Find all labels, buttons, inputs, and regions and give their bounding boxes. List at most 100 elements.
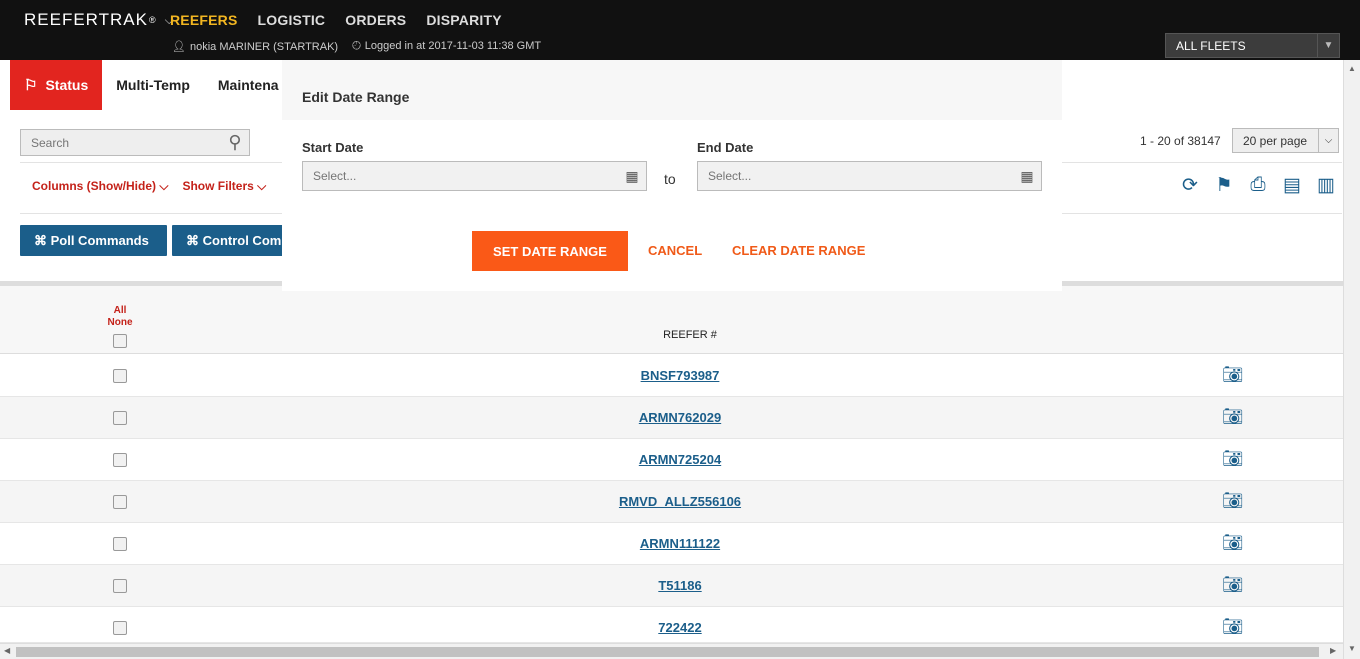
scroll-up-icon[interactable]: ▲ xyxy=(1348,64,1356,73)
edit-date-range-dialog: Edit Date Range Start Date ▦ to End Date… xyxy=(282,60,1062,291)
app-logo[interactable]: REEFERTRAK ® ⌵ xyxy=(24,10,175,30)
scroll-right-icon[interactable]: ▶ xyxy=(1330,646,1336,655)
print-icon[interactable]: ⎙ xyxy=(1248,174,1268,197)
table-row: BNSF793987 📷︎ xyxy=(0,355,1343,397)
fleet-select-value: ALL FLEETS xyxy=(1176,38,1246,53)
refresh-icon[interactable]: ⟳ xyxy=(1180,174,1200,197)
camera-icon[interactable]: 📷︎ xyxy=(1222,407,1244,427)
table-row: T51186 📷︎ xyxy=(0,565,1343,607)
calendar-icon[interactable]: ▦ xyxy=(618,168,646,185)
user-icon: 👤︎ xyxy=(172,41,186,53)
nav-disparity[interactable]: DISPARITY xyxy=(426,12,501,28)
search-input[interactable] xyxy=(21,135,221,150)
scrollbar-thumb[interactable] xyxy=(16,647,1319,657)
grid-tools: ⟳ ⚑ ⎙ ▤ ▥ xyxy=(1180,174,1336,197)
reefer-link[interactable]: ARMN725204 xyxy=(540,452,820,467)
export-icon[interactable]: ▥ xyxy=(1316,174,1336,197)
dialog-title: Edit Date Range xyxy=(302,89,410,105)
control-commands-button[interactable]: ⌘ Control Com xyxy=(172,225,284,256)
pagination-info: 1 - 20 of 38147 xyxy=(1140,134,1221,148)
tab-bar: ⚐ Status Multi-Temp Maintena xyxy=(10,60,293,110)
table-row: 722422 📷︎ xyxy=(0,607,1343,643)
row-checkbox[interactable] xyxy=(113,621,127,635)
reefer-link[interactable]: T51186 xyxy=(540,578,820,593)
chevron-down-icon: ⌵ xyxy=(257,179,267,193)
select-all-link[interactable]: All xyxy=(104,305,136,317)
fleet-select[interactable]: ALL FLEETS ▼ xyxy=(1165,33,1340,58)
brand-mark: ® xyxy=(149,15,157,25)
set-date-range-button[interactable]: SET DATE RANGE xyxy=(472,231,628,271)
filters-toggle-label: Show Filters xyxy=(182,179,254,193)
row-checkbox[interactable] xyxy=(113,411,127,425)
camera-icon[interactable]: 📷︎ xyxy=(1222,491,1244,511)
reefer-link[interactable]: 722422 xyxy=(540,620,820,635)
row-checkbox[interactable] xyxy=(113,537,127,551)
row-checkbox[interactable] xyxy=(113,369,127,383)
search-icon[interactable]: ⚲ xyxy=(221,132,249,153)
table-row: ARMN111122 📷︎ xyxy=(0,523,1343,565)
scroll-down-icon[interactable]: ▼ xyxy=(1348,644,1356,653)
per-page-select[interactable]: 20 per page ⌵ xyxy=(1232,128,1339,153)
nav-reefers[interactable]: REEFERS xyxy=(170,12,238,28)
end-date-field[interactable]: ▦ xyxy=(697,161,1042,191)
cancel-button[interactable]: CANCEL xyxy=(648,243,702,258)
row-checkbox[interactable] xyxy=(113,453,127,467)
tab-maintenance-label: Maintena xyxy=(217,77,279,93)
dialog-body xyxy=(282,120,1062,291)
end-date-input[interactable] xyxy=(698,169,1013,183)
column-header-reefer[interactable]: REEFER # xyxy=(640,329,740,341)
reefer-link[interactable]: ARMN762029 xyxy=(540,410,820,425)
main-nav: REEFERS LOGISTIC ORDERS DISPARITY xyxy=(170,12,502,28)
tab-maintenance[interactable]: Maintena xyxy=(204,60,293,110)
reefer-link[interactable]: RMVD_ALLZ556106 xyxy=(540,494,820,509)
login-info: Logged in at 2017-11-03 11:38 GMT xyxy=(364,40,542,52)
camera-icon[interactable]: 📷︎ xyxy=(1222,533,1244,553)
reefer-link[interactable]: ARMN111122 xyxy=(540,536,820,551)
filters-toggle[interactable]: Show Filters ⌵ xyxy=(182,179,266,194)
brand-name: REEFERTRAK xyxy=(24,10,148,29)
grid-header xyxy=(0,286,1343,354)
table-row: RMVD_ALLZ556106 📷︎ xyxy=(0,481,1343,523)
user-info: 👤︎ nokia MARINER (STARTRAK) 🕘︎ Logged in a… xyxy=(172,40,541,53)
poll-commands-button[interactable]: ⌘ Poll Commands xyxy=(20,225,167,256)
chevron-down-icon: ⌵ xyxy=(159,179,169,193)
select-none-link[interactable]: None xyxy=(104,317,136,329)
map-pin-icon[interactable]: ⚑ xyxy=(1214,174,1234,197)
calendar-icon[interactable]: ▦ xyxy=(1013,168,1041,185)
table-row: ARMN725204 📷︎ xyxy=(0,439,1343,481)
chevron-down-icon[interactable]: ⌵ xyxy=(1318,129,1338,152)
range-separator: to xyxy=(664,171,676,187)
tab-multi-temp-label: Multi-Temp xyxy=(116,77,190,93)
camera-icon[interactable]: 📷︎ xyxy=(1222,617,1244,637)
row-checkbox[interactable] xyxy=(113,495,127,509)
select-all-none: All None xyxy=(104,305,136,329)
tab-multi-temp[interactable]: Multi-Temp xyxy=(102,60,204,110)
camera-icon[interactable]: 📷︎ xyxy=(1222,365,1244,385)
camera-icon[interactable]: 📷︎ xyxy=(1222,575,1244,595)
nav-logistic[interactable]: LOGISTIC xyxy=(258,12,326,28)
camera-icon[interactable]: 📷︎ xyxy=(1222,449,1244,469)
table-row: ARMN762029 📷︎ xyxy=(0,397,1343,439)
clear-date-range-button[interactable]: CLEAR DATE RANGE xyxy=(732,243,865,258)
start-date-input[interactable] xyxy=(303,169,618,183)
scroll-left-icon[interactable]: ◀ xyxy=(4,646,10,655)
horizontal-scrollbar[interactable]: ◀ ▶ xyxy=(0,643,1343,659)
row-checkbox[interactable] xyxy=(113,579,127,593)
columns-toggle-label: Columns (Show/Hide) xyxy=(32,179,156,193)
start-date-field[interactable]: ▦ xyxy=(302,161,647,191)
chevron-down-icon[interactable]: ▼ xyxy=(1317,34,1339,57)
per-page-value: 20 per page xyxy=(1243,133,1308,148)
vertical-scrollbar[interactable]: ▲ ▼ xyxy=(1343,60,1360,659)
columns-toggle[interactable]: Columns (Show/Hide) ⌵ xyxy=(32,179,168,194)
xls-export-icon[interactable]: ▤ xyxy=(1282,174,1302,197)
top-bar: REEFERTRAK ® ⌵ REEFERS LOGISTIC ORDERS DI… xyxy=(0,0,1360,60)
tab-status-label: Status xyxy=(45,77,89,93)
tab-status[interactable]: ⚐ Status xyxy=(10,60,103,110)
clock-icon: 🕘︎ xyxy=(352,40,361,52)
select-all-checkbox[interactable] xyxy=(113,334,127,348)
nav-orders[interactable]: ORDERS xyxy=(345,12,406,28)
reefer-link[interactable]: BNSF793987 xyxy=(540,368,820,383)
end-date-label: End Date xyxy=(697,140,754,155)
search-box: ⚲ xyxy=(20,129,250,156)
user-name: nokia MARINER (STARTRAK) xyxy=(189,41,339,53)
